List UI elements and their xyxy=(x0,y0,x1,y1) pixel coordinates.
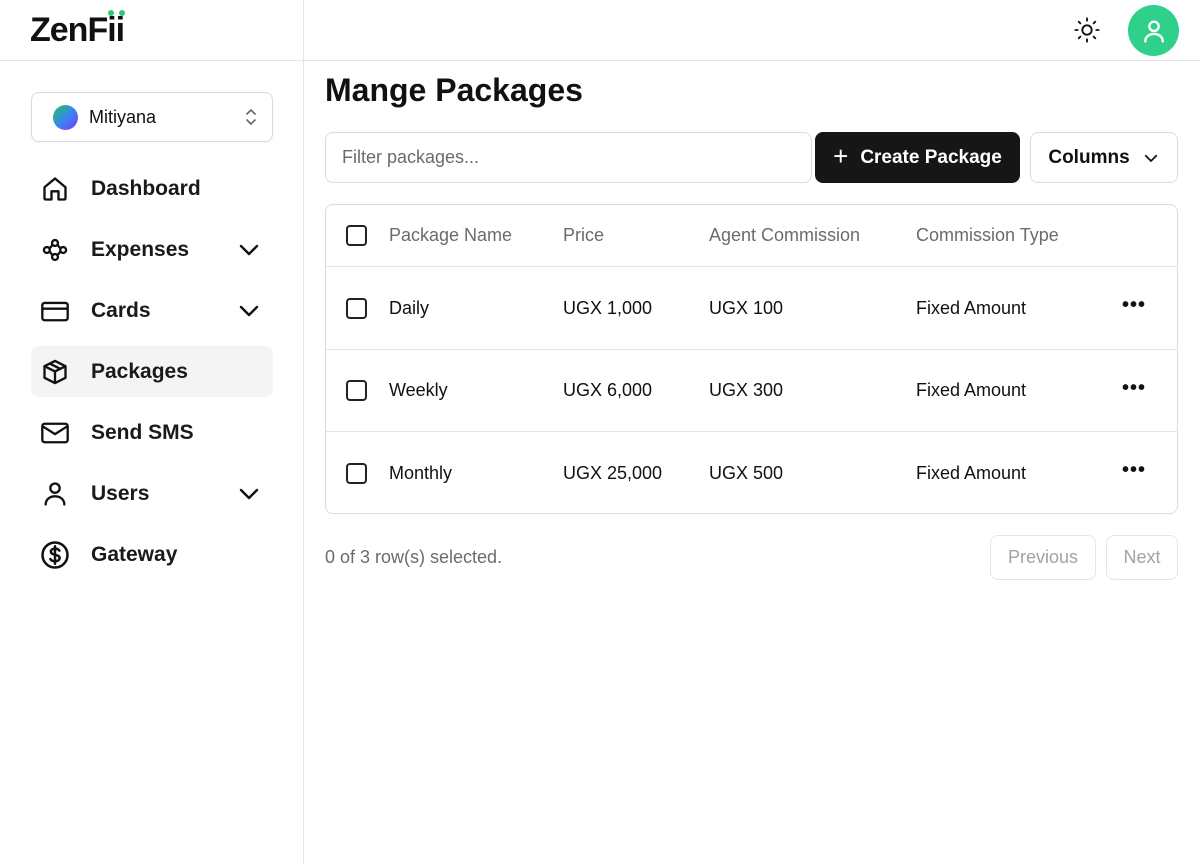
table-header-row: Package Name Price Agent Commission Comm… xyxy=(326,205,1177,267)
sidebar-item-label: Dashboard xyxy=(91,176,201,200)
mail-icon xyxy=(40,418,70,448)
table-row: Monthly UGX 25,000 UGX 500 Fixed Amount … xyxy=(326,432,1177,513)
column-header-commission-type: Commission Type xyxy=(916,225,1059,245)
brand-name-suffix: ii xyxy=(107,10,126,49)
sidebar-item-label: Cards xyxy=(91,298,151,322)
table-row: Daily UGX 1,000 UGX 100 Fixed Amount ••• xyxy=(326,267,1177,350)
logo-bar: ZenFii xyxy=(0,0,303,61)
sidebar-item-label: Expenses xyxy=(91,237,190,261)
sidebar-item-label: Packages xyxy=(91,359,188,383)
top-bar xyxy=(304,0,1200,61)
price-cell: UGX 1,000 xyxy=(563,297,653,318)
sun-icon[interactable] xyxy=(1073,16,1101,44)
more-actions-icon[interactable]: ••• xyxy=(1122,295,1146,315)
package-icon xyxy=(40,357,70,387)
workspace-avatar xyxy=(53,104,78,130)
more-actions-icon[interactable]: ••• xyxy=(1122,378,1146,398)
row-checkbox[interactable] xyxy=(346,462,367,484)
user-icon xyxy=(1143,20,1164,43)
logo-dot xyxy=(119,10,126,16)
price-cell: UGX 6,000 xyxy=(563,380,653,400)
workspace-switcher[interactable]: Mitiyana xyxy=(31,92,273,142)
sidebar: ZenFii Mitiyana Dashboard Expenses Cards… xyxy=(0,0,304,864)
column-header-agent-commission: Agent Commission xyxy=(709,225,861,245)
sidebar-nav: Dashboard Expenses Cards Packages Send S… xyxy=(31,163,273,590)
price-cell: UGX 25,000 xyxy=(563,462,663,483)
user-avatar[interactable] xyxy=(1128,5,1179,56)
brand-logo[interactable]: ZenFii xyxy=(30,10,126,49)
sidebar-item-label: Send SMS xyxy=(91,420,194,444)
row-checkbox[interactable] xyxy=(346,380,367,401)
package-name-cell: Weekly xyxy=(389,380,448,400)
agent-commission-cell: UGX 100 xyxy=(709,297,784,318)
commission-type-cell: Fixed Amount xyxy=(916,380,1027,400)
agent-commission-cell: UGX 300 xyxy=(709,380,784,400)
filter-packages-input[interactable] xyxy=(325,132,812,183)
workflow-icon xyxy=(40,235,70,265)
column-header-package-name: Package Name xyxy=(389,225,513,245)
columns-label: Columns xyxy=(1048,146,1130,168)
chevron-down-icon[interactable] xyxy=(237,299,261,323)
columns-button[interactable]: Columns xyxy=(1030,132,1178,183)
sidebar-item-gateway[interactable]: Gateway xyxy=(31,529,273,580)
sidebar-item-send-sms[interactable]: Send SMS xyxy=(31,407,273,458)
page-title: Mange Packages xyxy=(325,72,583,108)
agent-commission-cell: UGX 500 xyxy=(709,462,784,483)
column-header-price: Price xyxy=(563,225,605,245)
dollar-circle-icon xyxy=(40,540,70,570)
package-name-cell: Monthly xyxy=(389,462,453,483)
sidebar-item-expenses[interactable]: Expenses xyxy=(31,224,273,275)
commission-type-cell: Fixed Amount xyxy=(916,462,1027,483)
select-all-checkbox[interactable] xyxy=(346,225,367,246)
chevrons-up-down-icon xyxy=(246,109,256,125)
more-actions-icon[interactable]: ••• xyxy=(1122,460,1146,480)
sidebar-item-packages[interactable]: Packages xyxy=(31,346,273,397)
sidebar-item-label: Gateway xyxy=(91,542,178,566)
plus-icon: + xyxy=(833,141,849,171)
sidebar-item-users[interactable]: Users xyxy=(31,468,273,519)
table-row: Weekly UGX 6,000 UGX 300 Fixed Amount ••… xyxy=(326,350,1177,432)
home-icon xyxy=(40,174,70,204)
sidebar-item-dashboard[interactable]: Dashboard xyxy=(31,163,273,214)
chevron-down-icon xyxy=(1144,154,1157,162)
previous-page-button[interactable]: Previous xyxy=(990,535,1096,580)
create-package-button[interactable]: + Create Package xyxy=(815,132,1020,183)
commission-type-cell: Fixed Amount xyxy=(916,297,1027,318)
workspace-name: Mitiyana xyxy=(89,106,157,127)
user-icon xyxy=(40,479,70,509)
credit-card-icon xyxy=(40,296,70,326)
selection-status: 0 of 3 row(s) selected. xyxy=(325,547,503,567)
brand-name-prefix: ZenF xyxy=(30,11,108,49)
sidebar-item-cards[interactable]: Cards xyxy=(31,285,273,336)
create-package-label: Create Package xyxy=(860,146,1002,168)
sidebar-item-label: Users xyxy=(91,481,150,505)
chevron-down-icon[interactable] xyxy=(237,482,261,506)
next-page-button[interactable]: Next xyxy=(1106,535,1178,580)
packages-table: Package Name Price Agent Commission Comm… xyxy=(325,204,1178,514)
package-name-cell: Daily xyxy=(389,297,430,318)
row-checkbox[interactable] xyxy=(346,297,367,319)
chevron-down-icon[interactable] xyxy=(237,238,261,262)
